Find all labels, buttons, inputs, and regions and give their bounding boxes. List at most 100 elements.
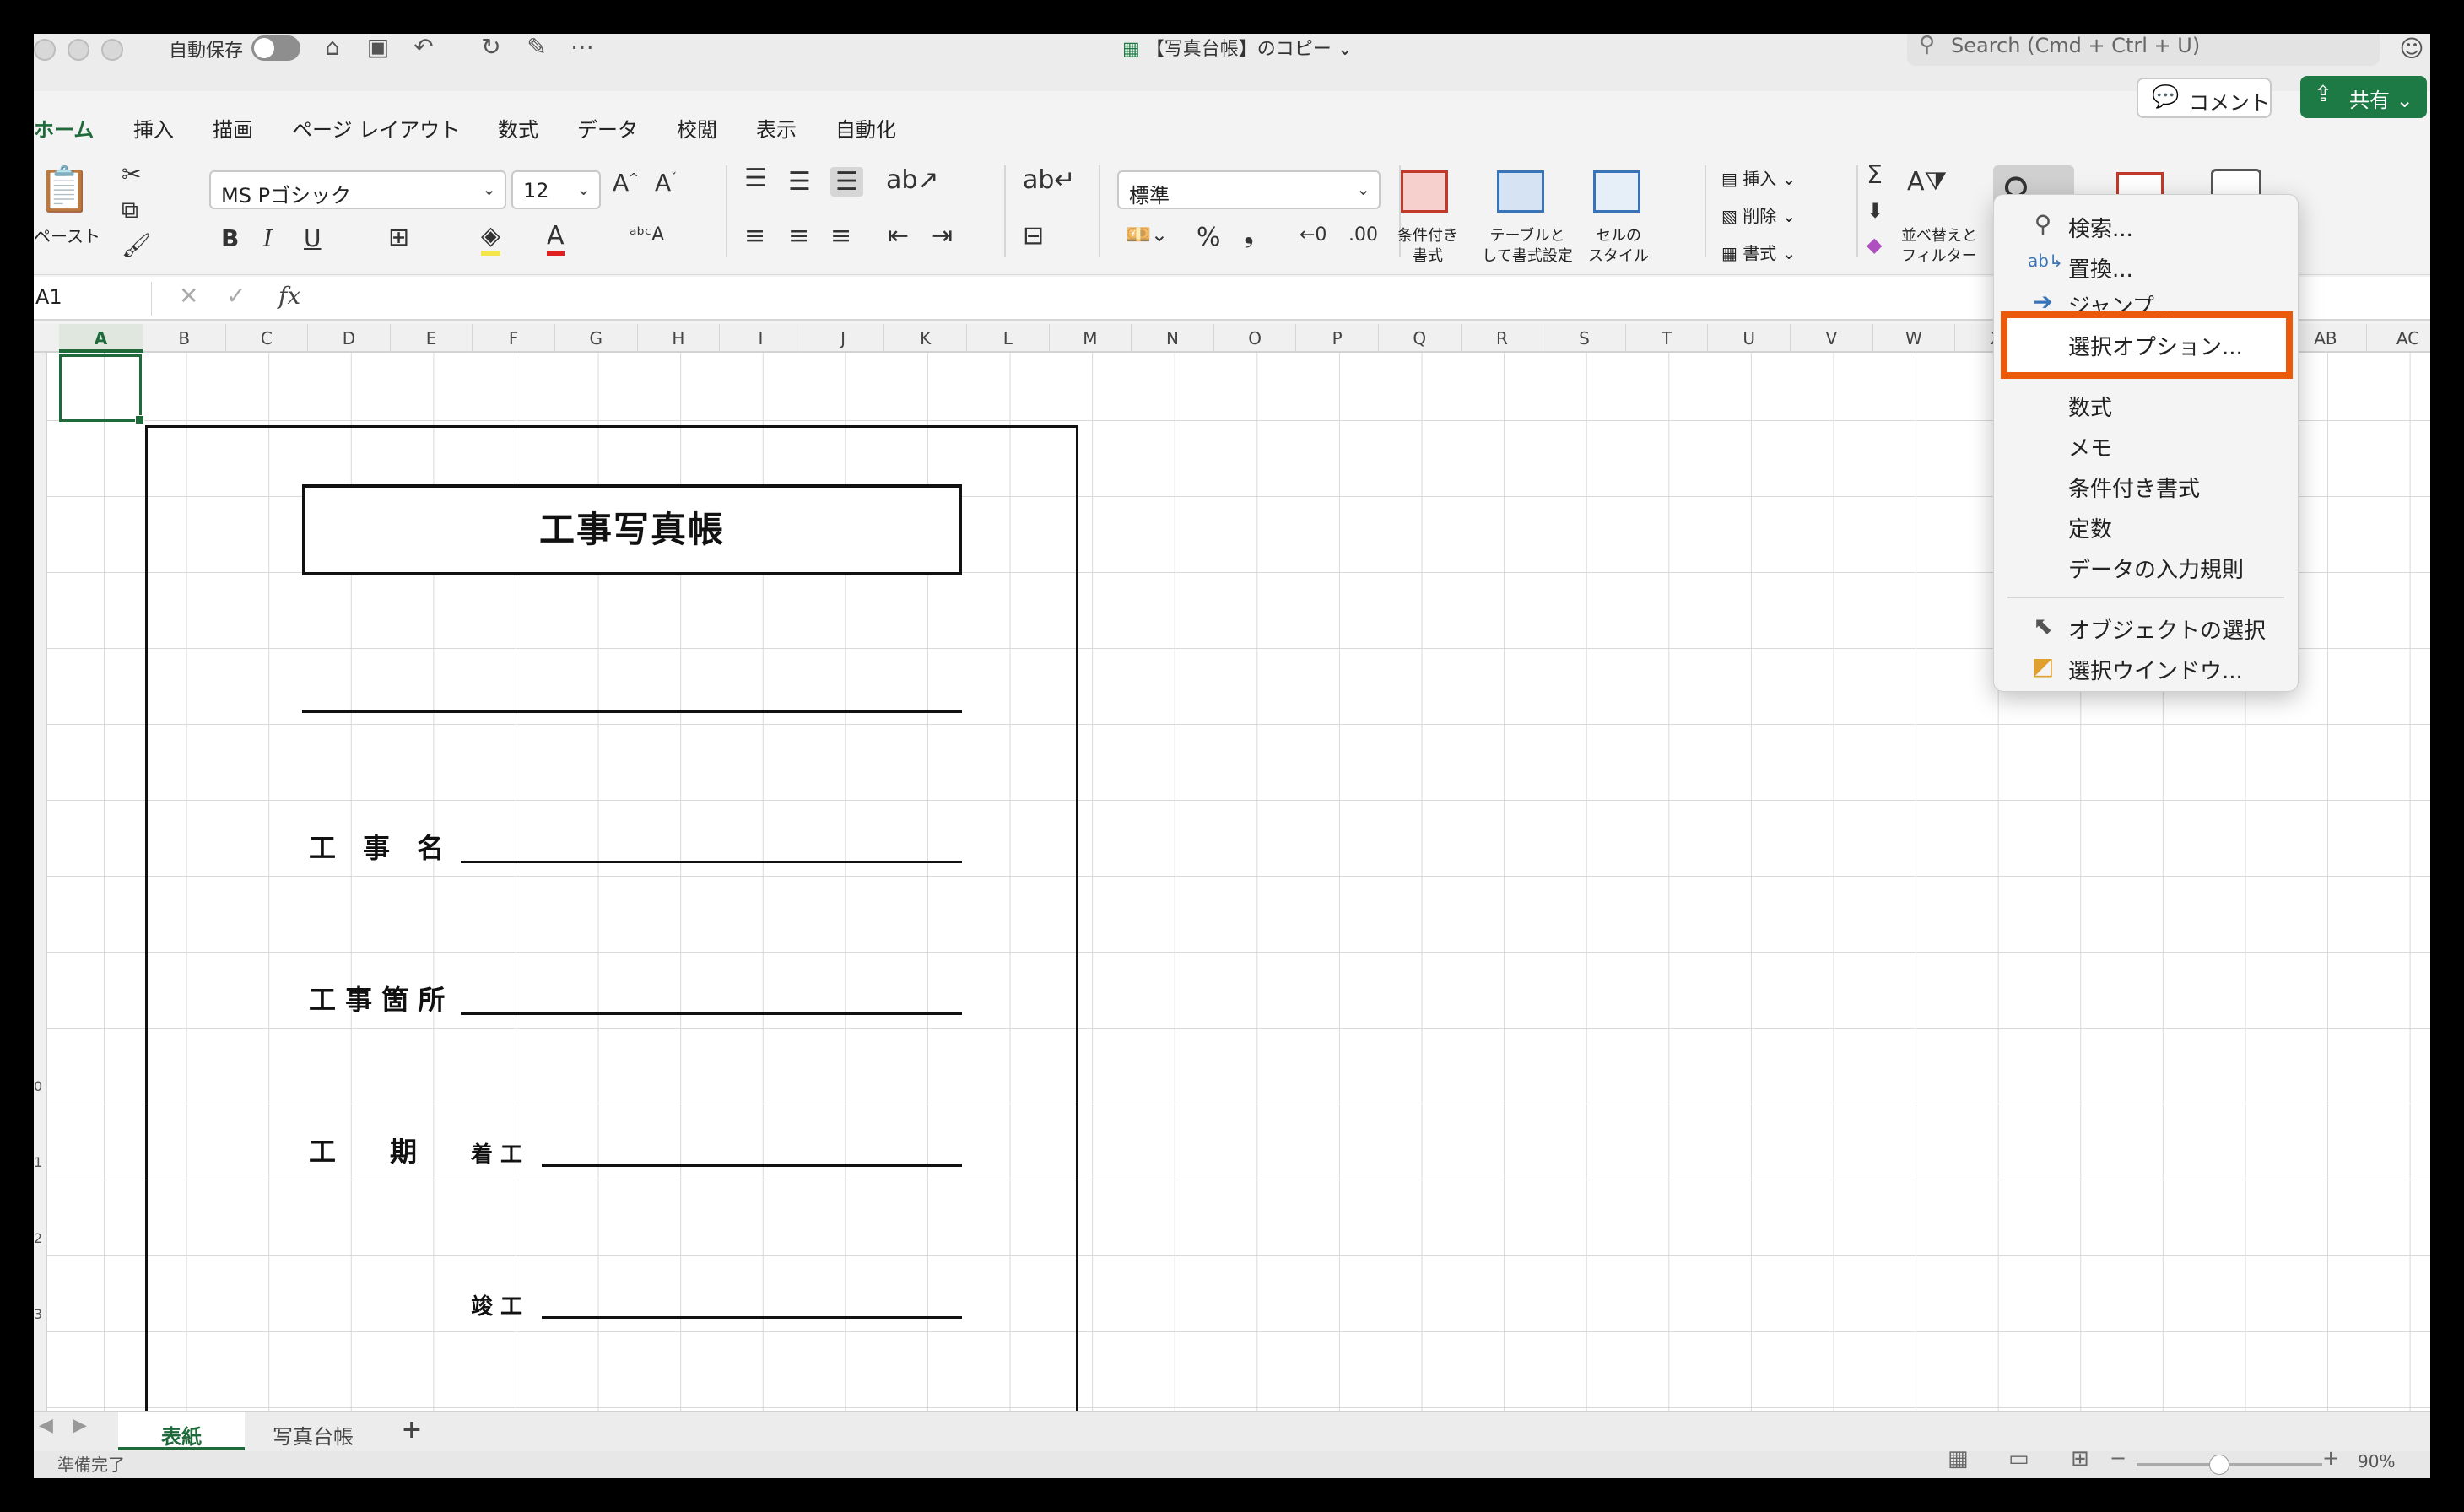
share-button[interactable]: ⇪ 共有 ⌄: [2300, 76, 2427, 118]
zoom-window-button[interactable]: [101, 39, 123, 61]
number-format-select[interactable]: 標準 ⌄: [1117, 170, 1381, 209]
zoom-slider-handle[interactable]: [2209, 1455, 2229, 1475]
wrap-text-icon[interactable]: ab↵: [1023, 165, 1076, 195]
delete-cells-button[interactable]: ▧ 削除 ⌄: [1721, 202, 1796, 227]
tab-formulas[interactable]: 数式: [498, 113, 538, 143]
align-bottom-icon[interactable]: ☰: [830, 167, 863, 197]
column-header[interactable]: D: [308, 324, 391, 353]
cover-title[interactable]: 工事写真帳: [302, 484, 962, 575]
menu-item-data-validation[interactable]: データの入力規則: [1994, 546, 2298, 585]
menu-item-goto[interactable]: ➔ ジャンプ...: [1994, 283, 2298, 311]
autosave-toggle[interactable]: [251, 35, 300, 61]
column-header[interactable]: AC: [2367, 324, 2430, 353]
tab-page-layout[interactable]: ページ レイアウト: [292, 113, 460, 143]
sort-filter-icon[interactable]: A⧩: [1907, 167, 1947, 197]
format-painter-icon[interactable]: 🖌: [122, 231, 152, 259]
conditional-format-label[interactable]: 条件付き 書式: [1396, 226, 1460, 267]
column-header[interactable]: I: [720, 324, 802, 353]
comma-style-icon[interactable]: ❟: [1244, 219, 1254, 249]
font-color-icon[interactable]: A: [547, 221, 565, 256]
sheet-tab-cover[interactable]: 表紙: [118, 1412, 245, 1450]
menu-item-selection-pane[interactable]: ◩ 選択ウインドウ...: [1994, 647, 2298, 686]
conditional-format-icon[interactable]: [1401, 170, 1448, 213]
column-header[interactable]: E: [391, 324, 473, 353]
search-box[interactable]: ⚲ Search (Cmd + Ctrl + U): [1907, 34, 2380, 66]
zoom-slider[interactable]: [2137, 1455, 2322, 1475]
increase-font-icon[interactable]: A^: [613, 169, 639, 197]
increase-decimal-icon[interactable]: ←0: [1300, 224, 1327, 246]
tab-data[interactable]: データ: [577, 113, 638, 143]
align-right-icon[interactable]: ≡: [830, 221, 851, 251]
zoom-out-icon[interactable]: −: [2110, 1446, 2126, 1470]
add-sheet-button[interactable]: +: [386, 1412, 437, 1450]
sort-filter-label[interactable]: 並べ替えと フィルター: [1897, 226, 1981, 267]
underline-button[interactable]: U: [304, 224, 322, 252]
cancel-icon[interactable]: ✕: [179, 282, 198, 310]
redo-icon[interactable]: ↻: [476, 34, 506, 62]
percent-style-icon[interactable]: %: [1197, 223, 1221, 252]
decrease-indent-icon[interactable]: ⇤: [888, 221, 909, 251]
zoom-in-icon[interactable]: +: [2322, 1446, 2339, 1470]
account-icon[interactable]: ☺: [2396, 34, 2427, 64]
tab-view[interactable]: 表示: [756, 113, 797, 143]
font-size-select[interactable]: 12 ⌄: [511, 170, 601, 209]
zoom-level[interactable]: 90%: [2358, 1451, 2395, 1472]
active-cell-a1[interactable]: [59, 354, 144, 424]
column-header[interactable]: G: [555, 324, 638, 353]
page-break-view-icon[interactable]: ⊞: [2071, 1446, 2089, 1472]
name-box[interactable]: A1: [34, 282, 152, 316]
column-header[interactable]: S: [1543, 324, 1626, 353]
borders-icon[interactable]: ⊞: [388, 223, 409, 252]
tab-automate[interactable]: 自動化: [835, 113, 896, 143]
function-icon[interactable]: fx: [278, 282, 300, 310]
scroll-right-icon[interactable]: ▶: [73, 1415, 87, 1436]
menu-item-notes[interactable]: メモ: [1994, 424, 2298, 463]
tab-home[interactable]: ホーム: [34, 113, 95, 153]
column-header[interactable]: H: [638, 324, 721, 353]
column-header[interactable]: V: [1791, 324, 1873, 353]
menu-item-select-objects[interactable]: ⬉ オブジェクトの選択: [1994, 607, 2298, 645]
increase-indent-icon[interactable]: ⇥: [932, 221, 953, 251]
menu-item-find[interactable]: ⚲ 検索...: [1994, 205, 2298, 244]
decrease-decimal-icon[interactable]: .00: [1348, 224, 1378, 246]
menu-item-constants[interactable]: 定数: [1994, 505, 2298, 544]
column-header[interactable]: W: [1873, 324, 1956, 353]
normal-view-icon[interactable]: ▦: [1948, 1446, 1969, 1472]
italic-button[interactable]: I: [263, 224, 273, 252]
column-header[interactable]: A: [59, 324, 143, 353]
document-title[interactable]: ▦ 【写真台帳】のコピー ⌄: [1122, 34, 1353, 61]
column-header[interactable]: Q: [1379, 324, 1462, 353]
cell-styles-icon[interactable]: [1593, 170, 1640, 213]
clear-icon[interactable]: ◆: [1867, 233, 1882, 256]
fill-icon[interactable]: ⬇: [1867, 199, 1883, 223]
more-icon[interactable]: ⋯: [567, 34, 597, 62]
column-header[interactable]: C: [226, 324, 309, 353]
copy-icon[interactable]: ⧉: [122, 196, 138, 224]
font-name-select[interactable]: MS Pゴシック ⌄: [209, 170, 506, 209]
tab-insert[interactable]: 挿入: [133, 113, 174, 143]
align-middle-icon[interactable]: ☰: [788, 167, 811, 197]
enter-icon[interactable]: ✓: [226, 282, 246, 310]
insert-cells-button[interactable]: ▤ 挿入 ⌄: [1721, 165, 1796, 190]
customize-icon[interactable]: ✎: [521, 34, 552, 62]
save-icon[interactable]: ▣: [363, 34, 393, 62]
decrease-font-icon[interactable]: Aˇ: [655, 169, 677, 197]
format-cells-button[interactable]: ▦ 書式 ⌄: [1721, 240, 1796, 264]
menu-item-formulas[interactable]: 数式: [1994, 384, 2298, 423]
phonetic-icon[interactable]: ᵃᵇᶜA: [630, 224, 664, 246]
accounting-format-icon[interactable]: 💴⌄: [1126, 223, 1168, 246]
paste-icon[interactable]: 📋: [37, 164, 92, 215]
column-header[interactable]: J: [802, 324, 885, 353]
column-header[interactable]: T: [1626, 324, 1709, 353]
tab-draw[interactable]: 描画: [213, 113, 253, 143]
format-as-table-label[interactable]: テーブルと して書式設定: [1478, 226, 1576, 267]
column-header[interactable]: L: [967, 324, 1050, 353]
merge-center-icon[interactable]: ⊟: [1023, 221, 1044, 251]
align-center-icon[interactable]: ≡: [788, 221, 809, 251]
column-header[interactable]: F: [473, 324, 555, 353]
column-header[interactable]: O: [1214, 324, 1297, 353]
align-top-icon[interactable]: ☰: [744, 164, 767, 193]
autosum-icon[interactable]: Σ: [1867, 160, 1883, 190]
comment-button[interactable]: 💬 コメント: [2137, 78, 2272, 118]
cut-icon[interactable]: ✂: [122, 160, 141, 188]
